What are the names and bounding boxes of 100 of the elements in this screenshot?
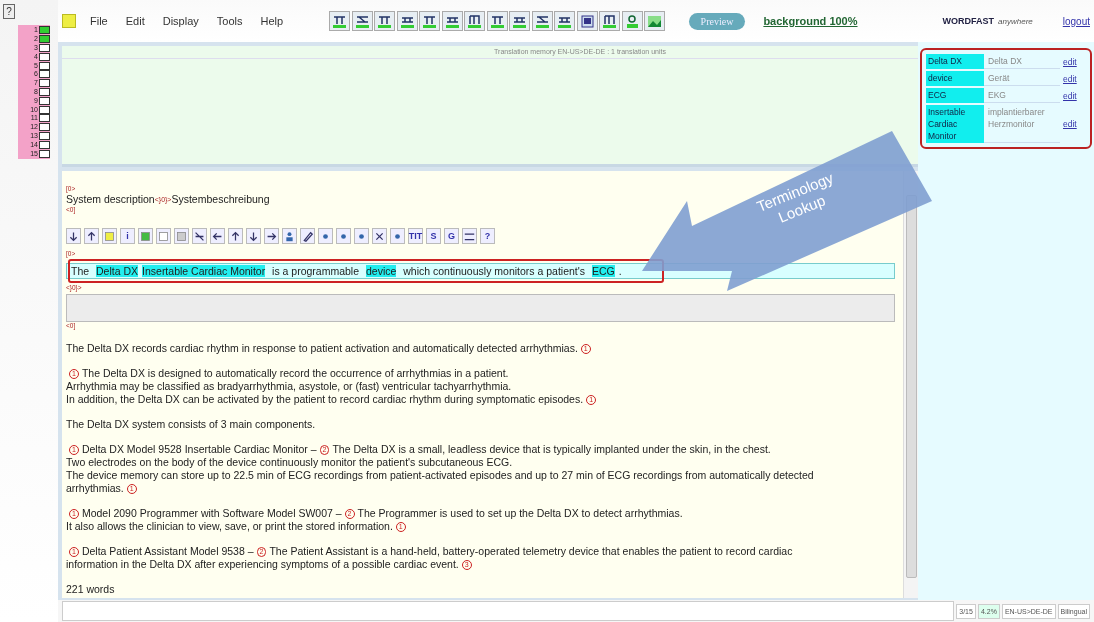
arrow-icon <box>230 230 241 242</box>
segment-status[interactable] <box>39 123 50 132</box>
menu-item[interactable]: Edit <box>125 15 145 27</box>
segment-status[interactable] <box>39 35 50 44</box>
term-source: Delta DX <box>926 54 984 69</box>
segment-tool-button[interactable] <box>228 228 243 244</box>
menu-item[interactable]: Display <box>162 15 199 27</box>
segment-tool-button[interactable]: S <box>426 228 441 244</box>
logout-link[interactable]: logout <box>1062 15 1090 27</box>
segment-status[interactable] <box>39 61 50 70</box>
text-line: In addition, the Delta DX can be activated by the patient to record cardiac rhythm during symptomatic episodes. <box>66 393 584 406</box>
tool-button[interactable] <box>374 11 396 31</box>
text-line: arrhythmias. <box>66 482 124 495</box>
person-icon <box>284 230 295 242</box>
segment-status[interactable] <box>39 140 50 149</box>
text-line: Delta DX Model 9528 Insertable Cardiac Monitor – <box>81 443 317 456</box>
segment-status[interactable] <box>39 131 50 140</box>
segment-status[interactable] <box>39 79 50 88</box>
edit-link[interactable]: edit <box>1060 73 1084 84</box>
arrow-icon <box>212 230 223 242</box>
tool-button[interactable] <box>644 11 666 31</box>
tool-button[interactable] <box>351 11 373 31</box>
term-target: implantierbarer Herzmonitor <box>984 105 1060 143</box>
segment-status[interactable] <box>39 87 50 96</box>
brand-tagline: anywhere <box>998 16 1033 26</box>
edit-link[interactable]: edit <box>1060 56 1084 67</box>
arrow-icon <box>86 230 97 242</box>
segment-status[interactable] <box>39 105 50 114</box>
segment-status[interactable] <box>39 114 50 123</box>
command-field[interactable] <box>62 601 955 621</box>
menu-item[interactable]: Help <box>260 15 284 27</box>
arrow-icon <box>248 230 259 242</box>
tool-button[interactable] <box>509 11 531 31</box>
segment-tool-button[interactable] <box>264 228 279 244</box>
tool-button[interactable] <box>621 11 643 31</box>
segment-tool-button[interactable] <box>372 228 387 244</box>
tool-button[interactable] <box>576 11 598 31</box>
menu-item[interactable]: File <box>90 15 108 27</box>
tool-button[interactable] <box>464 11 486 31</box>
word-count: 221 words <box>66 583 115 596</box>
tool-button[interactable] <box>554 11 576 31</box>
text-line: The Patient Assistant is a hand-held, battery-operated telemetry device that enables the patient to record cardiac <box>269 545 793 558</box>
text-line: information in the Delta DX after experiencing symptoms of a possible cardiac event. <box>66 558 459 571</box>
tool-button[interactable] <box>531 11 553 31</box>
edit-link[interactable]: edit <box>1060 119 1084 129</box>
segment-tool-button[interactable] <box>318 228 333 244</box>
text-line: The Delta DX is designed to automatically record the occurrence of arrhythmias in a patient. <box>81 367 509 380</box>
edit-link[interactable]: edit <box>1060 90 1084 101</box>
segment-tool-button[interactable] <box>462 228 477 244</box>
box-icon <box>579 13 595 29</box>
text-line: Delta Patient Assistant Model 9538 – <box>81 545 254 558</box>
segment-status[interactable] <box>39 96 50 105</box>
text-line: Arrhythmia may be classified as bradyarrhythmia, asystole, or (fast) ventricular tachyarrhythmia. <box>66 380 512 393</box>
text-line: The Programmer is used to set up the Delta DX to detect arrhythmias. <box>357 507 683 520</box>
segment-tool-button[interactable] <box>66 228 81 244</box>
arrow-icon <box>266 230 277 242</box>
text-line: Model 2090 Programmer with Software Model SW007 – <box>81 507 342 520</box>
tool-button[interactable] <box>486 11 508 31</box>
segment-status[interactable] <box>39 52 50 61</box>
segment-status[interactable] <box>39 70 50 79</box>
segment-status[interactable] <box>39 26 50 35</box>
help-button[interactable]: ? <box>3 4 15 19</box>
text-line: The device memory can store up to 22.5 min of ECG recordings from patient-activated episodes and up to 27 min of ECG recordings from automatically detected <box>66 469 814 482</box>
segment-tool-button[interactable]: G <box>444 228 459 244</box>
segment-status[interactable] <box>39 44 50 52</box>
term-source: ECG <box>926 88 984 103</box>
segment-tool-button[interactable] <box>390 228 405 244</box>
text-line: The Delta DX system consists of 3 main components. <box>66 418 316 431</box>
segment-tool-button[interactable] <box>300 228 315 244</box>
term-target: EKG <box>984 88 1060 103</box>
cross-icon <box>374 230 385 242</box>
segment-status[interactable] <box>39 149 50 158</box>
segment-tool-button[interactable] <box>210 228 225 244</box>
menu-item[interactable]: Tools <box>216 15 243 27</box>
segment-tool-button[interactable] <box>84 228 99 244</box>
square-icon <box>104 230 115 242</box>
segment-tool-button[interactable] <box>282 228 297 244</box>
segment-tool-button[interactable]: TIT <box>408 228 423 244</box>
segment-tool-button[interactable] <box>336 228 351 244</box>
segment-tool-button[interactable] <box>354 228 369 244</box>
segment-tool-button[interactable]: i <box>120 228 135 244</box>
target-field[interactable] <box>66 294 895 322</box>
term-target: Delta DX <box>984 54 1060 69</box>
tool-button[interactable] <box>441 11 463 31</box>
tool-button[interactable] <box>599 11 621 31</box>
tool-button[interactable] <box>396 11 418 31</box>
tool-button[interactable] <box>419 11 441 31</box>
tool-button[interactable] <box>329 11 351 31</box>
segment-tool-button[interactable]: ? <box>480 228 495 244</box>
background-link[interactable]: background 100% <box>763 15 858 27</box>
segment-tool-button[interactable] <box>246 228 261 244</box>
lines-icon <box>464 230 475 242</box>
square-icon <box>176 230 187 242</box>
square-icon <box>140 230 151 242</box>
text-line: Two electrodes on the body of the device continuously monitor the patient's subcutaneous ECG. <box>66 456 513 469</box>
arrow-icon <box>68 230 79 242</box>
source-text: System description <box>66 193 155 206</box>
term-source: Insertable Cardiac Monitor <box>926 105 984 143</box>
text-line: The Delta DX records cardiac rhythm in response to patient activation and automatically detected arrhythmias. <box>66 342 578 355</box>
picture-icon <box>647 13 663 29</box>
